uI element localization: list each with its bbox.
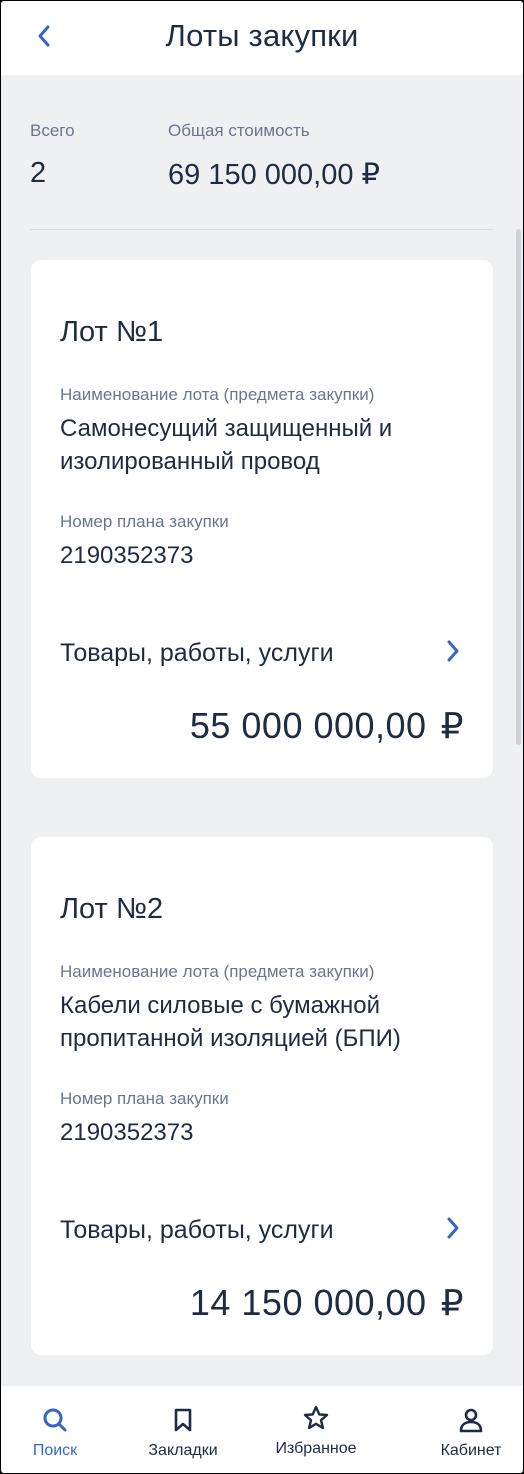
total-cost-value: 69 150 000,00 ₽ [168, 159, 380, 191]
scrollbar[interactable] [516, 229, 521, 745]
plan-number-value: 2190352373 [60, 1119, 194, 1146]
goods-works-services-link[interactable]: Товары, работы, услуги [31, 1197, 493, 1257]
star-icon [302, 1404, 330, 1432]
lot-name-value: Самонесущий защищенный и изолированный п… [60, 415, 393, 475]
plan-number-value: 2190352373 [60, 542, 194, 569]
bookmark-icon [169, 1406, 197, 1434]
lot-name-value: Кабели силовые с бумажной пропитанной из… [60, 992, 401, 1052]
lot-title: Лот №1 [60, 316, 164, 348]
nav-bookmarks[interactable]: Закладки [137, 1386, 229, 1473]
goods-works-services-link[interactable]: Товары, работы, услуги [31, 620, 493, 680]
nav-cabinet[interactable]: Кабинет [431, 1386, 511, 1473]
nav-bookmarks-label: Закладки [148, 1442, 218, 1459]
search-icon [41, 1406, 69, 1434]
lot-card-2[interactable]: Лот №2 Наименование лота (предмета закуп… [31, 837, 493, 1355]
currency-symbol: ₽ [440, 705, 464, 746]
summary-divider [30, 229, 493, 230]
lot-price-value: 14 150 000,00 [189, 1282, 427, 1323]
lot-card-1[interactable]: Лот №1 Наименование лота (предмета закуп… [31, 260, 493, 778]
user-icon [457, 1406, 485, 1434]
lot-name-label: Наименование лота (предмета закупки) [60, 962, 375, 981]
total-count-block: Всего 2 [30, 121, 75, 190]
nav-search-label: Поиск [32, 1442, 78, 1459]
total-count-value: 2 [30, 157, 47, 189]
page-title: Лоты закупки [165, 18, 359, 53]
goods-works-services-label: Товары, работы, услуги [60, 639, 334, 667]
top-app-bar: Лоты закупки [1, 1, 523, 75]
bottom-navigation: Поиск Закладки Избранное Кабинет [1, 1386, 523, 1473]
lot-price: 14 150 000,00 ₽ [190, 1282, 464, 1324]
lot-price-value: 55 000 000,00 [189, 705, 427, 746]
total-count-label: Всего [30, 121, 75, 140]
lot-price: 55 000 000,00 ₽ [190, 705, 464, 747]
chevron-right-icon [447, 1217, 459, 1239]
total-cost-block: Общая стоимость 69 150 000,00 ₽ [168, 121, 380, 192]
chevron-right-icon [447, 640, 459, 662]
nav-cabinet-label: Кабинет [440, 1442, 502, 1459]
nav-favorites-label: Избранное [275, 1440, 357, 1457]
lot-name-label: Наименование лота (предмета закупки) [60, 385, 375, 404]
nav-search[interactable]: Поиск [15, 1386, 95, 1473]
plan-number-label: Номер плана закупки [60, 1089, 229, 1108]
lot-title: Лот №2 [60, 893, 164, 925]
nav-favorites[interactable]: Избранное [263, 1386, 369, 1473]
app-screen: Лоты закупки Всего 2 Общая стоимость 69 … [1, 1, 523, 1473]
plan-number-label: Номер плана закупки [60, 512, 229, 531]
goods-works-services-label: Товары, работы, услуги [60, 1216, 334, 1244]
total-cost-label: Общая стоимость [168, 121, 310, 140]
currency-symbol: ₽ [440, 1282, 464, 1323]
